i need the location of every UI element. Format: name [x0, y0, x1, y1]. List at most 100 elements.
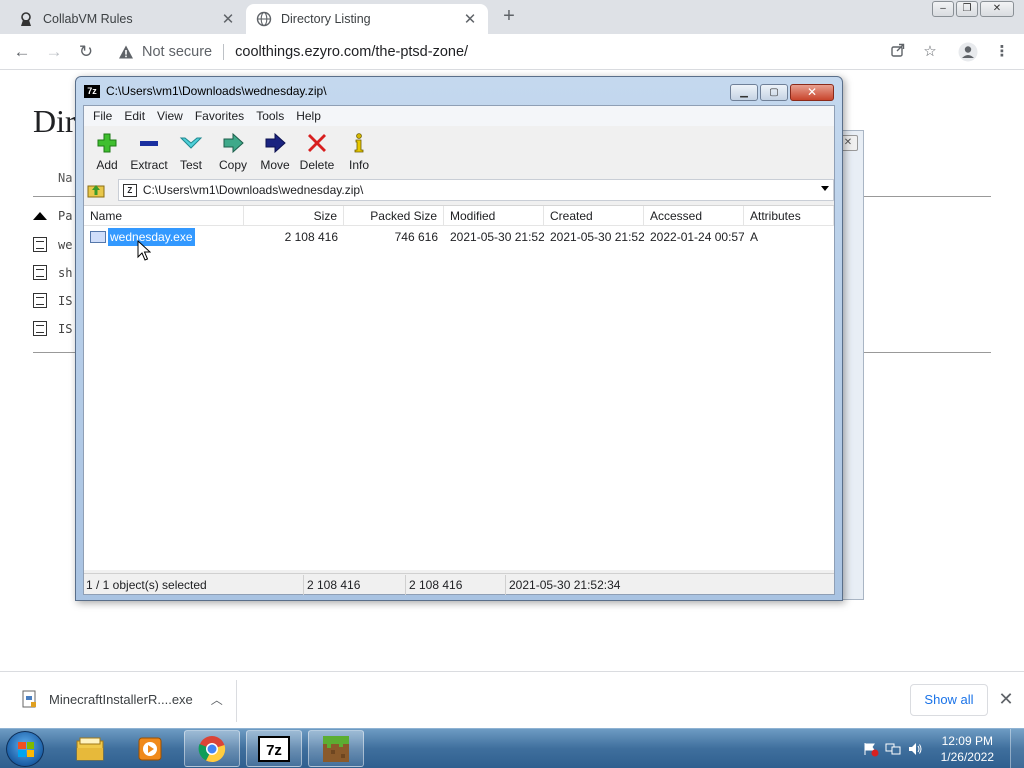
menu-view[interactable]: View [151, 109, 189, 123]
parent-dir-icon [33, 212, 47, 220]
chevron-up-icon[interactable]: ︿ [211, 691, 223, 708]
extract-button[interactable]: Extract [128, 127, 170, 175]
delete-button[interactable]: Delete [296, 127, 338, 175]
file-modified-cell: 2021-05-30 21:52 [450, 230, 544, 244]
file-name[interactable]: wednesday.exe [108, 228, 195, 246]
list-item-label[interactable]: we [58, 238, 72, 252]
close-window-button[interactable]: ✕ [980, 1, 1014, 17]
warning-icon[interactable] [118, 44, 134, 60]
menu-kebab-icon[interactable]: ⋮ [992, 42, 1012, 62]
sevenzip-titlebar[interactable]: 7z C:\Users\vm1\Downloads\wednesday.zip\ [84, 84, 327, 98]
menu-edit[interactable]: Edit [118, 109, 151, 123]
close-download-bar-icon[interactable]: ✕ [996, 689, 1016, 709]
info-button[interactable]: Info [338, 127, 380, 175]
restore-button[interactable]: ❐ [956, 1, 978, 17]
tab-close-icon[interactable]: ✕ [462, 10, 478, 28]
menu-tools[interactable]: Tools [250, 109, 290, 123]
table-row[interactable]: wednesday.exe 2 108 416 746 616 2021-05-… [84, 228, 834, 246]
taskbar-minecraft[interactable] [308, 730, 364, 767]
show-desktop-button[interactable] [1010, 729, 1024, 768]
column-header[interactable]: Na [58, 171, 72, 185]
url-text[interactable]: coolthings.ezyro.com/the-ptsd-zone/ [235, 44, 468, 60]
list-item-label[interactable]: Pa [58, 209, 72, 223]
add-icon [97, 133, 117, 153]
column-modified[interactable]: Modified [444, 206, 544, 226]
download-filename[interactable]: MinecraftInstallerR....exe [49, 692, 193, 707]
network-icon[interactable] [885, 741, 901, 757]
copy-button[interactable]: Copy [212, 127, 254, 175]
tab-collabvm-rules[interactable]: CollabVM Rules ✕ [8, 4, 246, 34]
tab-title: CollabVM Rules [43, 12, 133, 26]
share-icon[interactable] [888, 42, 908, 62]
forward-button[interactable]: → [44, 42, 64, 62]
taskbar-7zip[interactable]: 7z [246, 730, 302, 767]
menu-help[interactable]: Help [290, 109, 327, 123]
file-list: Name Size Packed Size Modified Created A… [84, 205, 834, 570]
list-item[interactable]: IS [33, 293, 72, 308]
taskbar-explorer[interactable] [62, 730, 118, 767]
column-packed-size[interactable]: Packed Size [344, 206, 444, 226]
sevenzip-menubar: File Edit View Favorites Tools Help [84, 106, 834, 126]
list-item-label[interactable]: sh [58, 266, 72, 280]
back-button[interactable]: ← [12, 42, 32, 62]
move-button[interactable]: Move [254, 127, 296, 175]
file-icon [33, 265, 47, 280]
test-icon [179, 137, 203, 149]
folder-up-button[interactable] [86, 180, 106, 200]
extract-icon [140, 141, 158, 146]
minimize-button[interactable]: – [932, 1, 954, 17]
download-item[interactable]: MinecraftInstallerR....exe ︿ [22, 690, 223, 708]
tab-close-icon[interactable]: ✕ [220, 10, 236, 28]
minimize-button[interactable]: ▁ [730, 84, 758, 101]
installer-file-icon [22, 690, 36, 708]
move-icon [265, 132, 286, 154]
bookmark-star-icon[interactable]: ☆ [920, 42, 940, 62]
file-name-cell[interactable]: wednesday.exe [84, 228, 244, 246]
list-item[interactable]: Pa [33, 209, 72, 223]
status-size: 2 108 416 [304, 574, 406, 595]
sevenzip-path-field[interactable]: Z C:\Users\vm1\Downloads\wednesday.zip\ [117, 179, 834, 201]
window-controls: – ❐ ✕ [932, 1, 1014, 17]
menu-favorites[interactable]: Favorites [189, 109, 250, 123]
file-size-cell: 2 108 416 [284, 230, 338, 244]
show-all-button[interactable]: Show all [910, 684, 988, 716]
test-label: Test [179, 158, 202, 172]
column-size[interactable]: Size [244, 206, 344, 226]
add-button[interactable]: Add [86, 127, 128, 175]
clock-date: 1/26/2022 [940, 750, 994, 764]
tab-directory-listing[interactable]: Directory Listing ✕ [246, 4, 488, 34]
column-name[interactable]: Name [84, 206, 244, 226]
path-dropdown-icon[interactable] [821, 186, 829, 191]
system-tray: 12:09 PM 1/26/2022 [863, 729, 1024, 768]
taskbar-chrome[interactable] [184, 730, 240, 767]
start-button[interactable] [6, 731, 44, 767]
column-accessed[interactable]: Accessed [644, 206, 744, 226]
volume-icon[interactable] [907, 741, 923, 757]
list-item-label[interactable]: IS [58, 294, 72, 308]
maximize-button[interactable]: ▢ [760, 84, 788, 101]
security-label[interactable]: Not secure [142, 44, 212, 60]
column-attributes[interactable]: Attributes [744, 206, 834, 226]
download-separator [236, 680, 237, 722]
list-item[interactable]: we [33, 237, 72, 252]
path-text[interactable]: C:\Users\vm1\Downloads\wednesday.zip\ [143, 183, 364, 197]
list-item[interactable]: IS [33, 321, 72, 336]
sevenzip-window: 7z C:\Users\vm1\Downloads\wednesday.zip\… [75, 76, 843, 601]
clock[interactable]: 12:09 PM 1/26/2022 [941, 733, 994, 765]
reload-button[interactable]: ↻ [76, 42, 96, 62]
address-bar[interactable]: Not secure coolthings.ezyro.com/the-ptsd… [108, 37, 946, 67]
new-tab-button[interactable]: + [498, 6, 520, 28]
close-button[interactable]: ✕ [790, 84, 834, 101]
menu-file[interactable]: File [87, 109, 118, 123]
profile-avatar[interactable] [958, 42, 978, 62]
sevenzip-logo-icon: 7z [84, 84, 100, 98]
chrome-icon [198, 735, 226, 762]
test-button[interactable]: Test [170, 127, 212, 175]
taskbar-media-player[interactable] [122, 730, 178, 767]
column-created[interactable]: Created [544, 206, 644, 226]
list-item[interactable]: sh [33, 265, 72, 280]
clock-time: 12:09 PM [941, 734, 993, 748]
action-center-icon[interactable] [863, 741, 879, 757]
list-item-label[interactable]: IS [58, 322, 72, 336]
sevenzip-address-row: Z C:\Users\vm1\Downloads\wednesday.zip\ [84, 178, 834, 202]
